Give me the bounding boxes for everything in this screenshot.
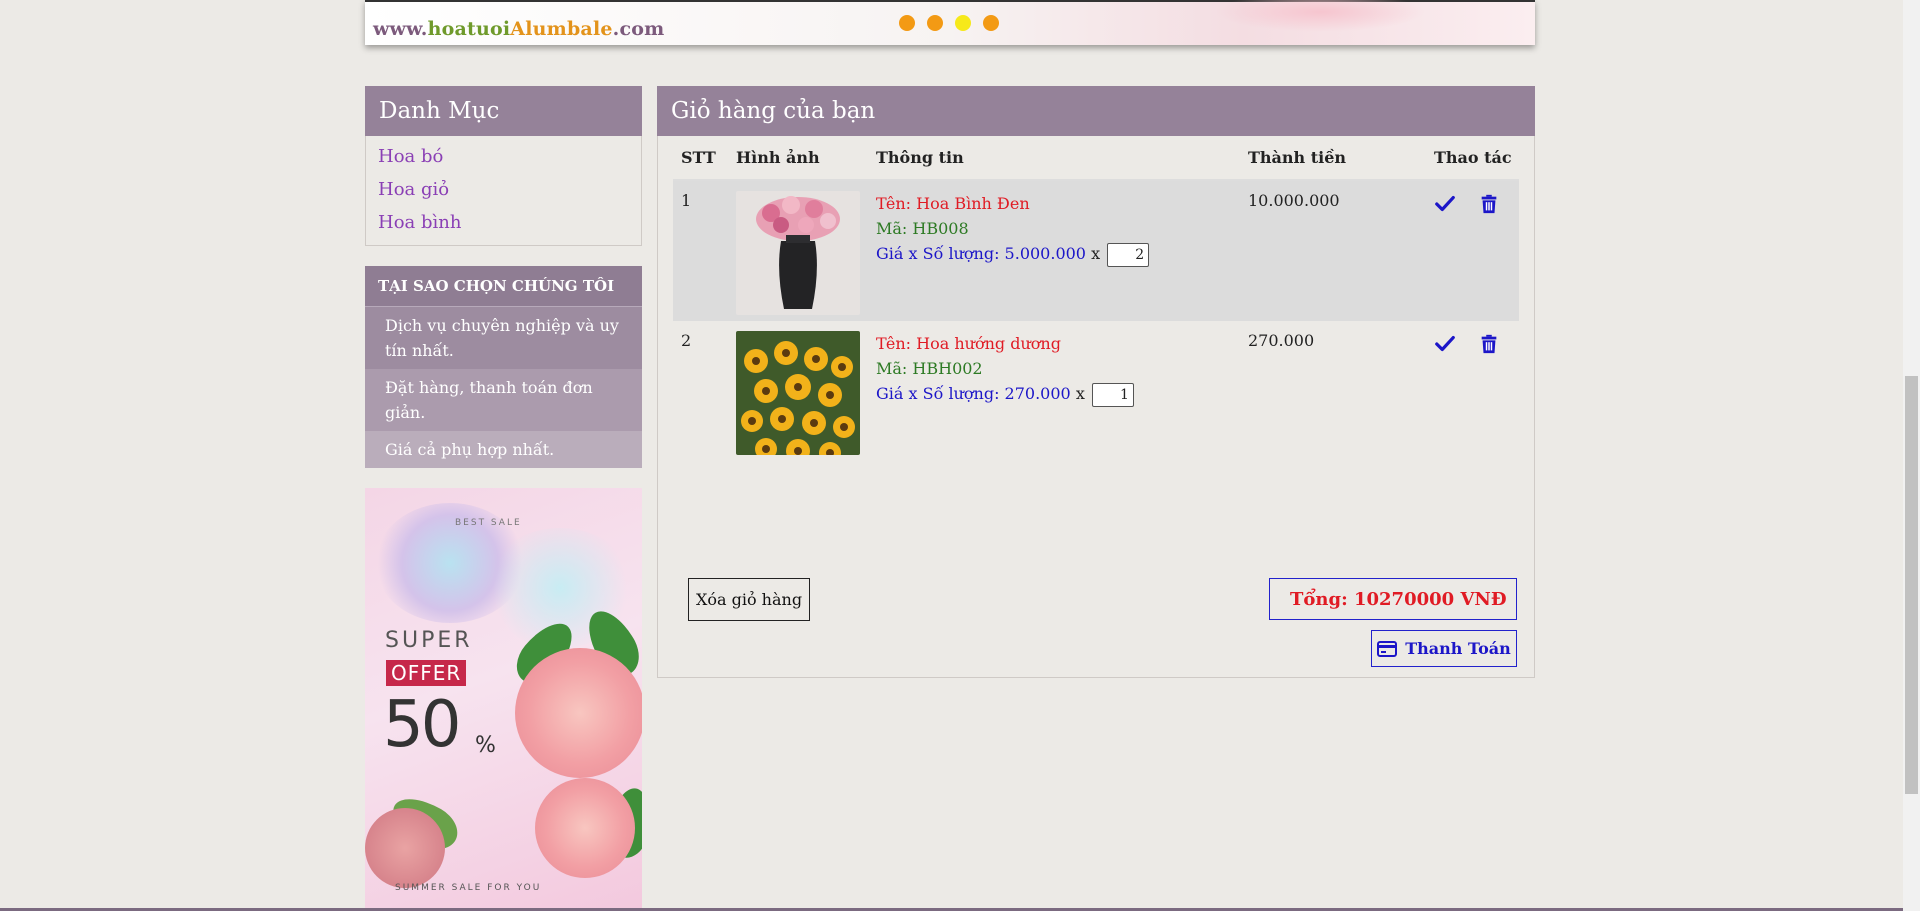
- product-price-quantity: Giá x Số lượng: 5.000.000 x 2: [876, 241, 1240, 267]
- checkout-button[interactable]: Thanh Toán: [1371, 630, 1517, 667]
- column-header-image: Hình ảnh: [728, 136, 868, 181]
- categories-title: Danh Mục: [365, 86, 642, 136]
- page-scrollbar[interactable]: [1903, 0, 1920, 911]
- row-info-cell: Tên: Hoa Bình Đen Mã: HB008 Giá x Số lượ…: [868, 180, 1240, 321]
- promo-best-sale: BEST SALE: [455, 518, 522, 528]
- cart-table: STT Hình ảnh Thông tin Thành tiền Thao t…: [673, 136, 1519, 461]
- times-sign: x: [1091, 244, 1101, 263]
- product-name: Tên: Hoa hướng dương: [876, 334, 1061, 353]
- column-header-stt: STT: [673, 136, 728, 181]
- row-stt: 1: [681, 191, 692, 210]
- promo-percent-value: 50: [383, 688, 461, 762]
- row-image-cell: [728, 321, 868, 461]
- why-item: Đặt hàng, thanh toán đơn giản.: [365, 369, 642, 431]
- price-quantity-label: Giá x Số lượng: 5.000.000: [876, 244, 1086, 263]
- slider-dot-1[interactable]: [899, 15, 915, 31]
- row-actions-cell: [1426, 321, 1519, 461]
- cart-row: 1 Tên: Hoa Bình Đen Mã: HB008 Giá x Số l…: [673, 180, 1519, 321]
- product-image-hoa-huong-duong[interactable]: [736, 331, 860, 455]
- category-link-hoa-binh[interactable]: Hoa bình: [366, 208, 641, 241]
- slider-dots: [899, 15, 999, 31]
- row-subtotal: 10.000.000: [1248, 191, 1340, 210]
- promo-super: SUPER: [385, 628, 473, 653]
- row-subtotal: 270.000: [1248, 331, 1315, 350]
- promo-flower-decoration: [535, 778, 635, 878]
- product-image-hoa-binh-den[interactable]: [736, 191, 860, 315]
- categories-list: Hoa bó Hoa giỏ Hoa bình: [365, 136, 642, 246]
- why-item: Giá cả phụ hợp nhất.: [365, 431, 642, 468]
- category-link-hoa-gio[interactable]: Hoa giỏ: [366, 175, 641, 208]
- quantity-input[interactable]: 2: [1107, 242, 1150, 267]
- promo-flower-decoration: [515, 648, 642, 778]
- banner-flower-decoration: [1215, 0, 1425, 32]
- category-link-hoa-bo[interactable]: Hoa bó: [366, 142, 641, 175]
- product-name: Tên: Hoa Bình Đen: [876, 194, 1030, 213]
- price-quantity-label: Giá x Số lượng: 270.000: [876, 384, 1071, 403]
- cart-row: 2 Tên: Hoa hướng dương Mã: HBH002 Giá x …: [673, 321, 1519, 461]
- product-code: Mã: HB008: [876, 219, 969, 238]
- credit-card-icon: [1377, 640, 1398, 657]
- cart-title: Giỏ hàng của bạn: [657, 86, 1535, 136]
- cart-header-row: STT Hình ảnh Thông tin Thành tiền Thao t…: [673, 136, 1519, 181]
- promo-footer-text: SUMMER SALE FOR YOU: [395, 883, 542, 893]
- times-sign: x: [1075, 384, 1085, 403]
- scrollbar-thumb[interactable]: [1905, 376, 1918, 794]
- promo-banner[interactable]: BEST SALE SUPER OFFER 50 % SUMMER SALE F…: [365, 488, 642, 908]
- product-code: Mã: HBH002: [876, 359, 983, 378]
- promo-percent-sign: %: [475, 733, 496, 758]
- slider-dot-2[interactable]: [927, 15, 943, 31]
- header-banner: www.hoatuoiAlumbale.com: [365, 0, 1535, 45]
- why-item: Dịch vụ chuyên nghiệp và uy tín nhất.: [365, 307, 642, 369]
- logo-text-com: .com: [612, 18, 665, 40]
- cart-panel: Giỏ hàng của bạn STT Hình ảnh Thông tin …: [657, 86, 1535, 678]
- row-stt: 2: [681, 331, 692, 350]
- column-header-info: Thông tin: [868, 136, 1240, 181]
- column-header-subtotal: Thành tiền: [1240, 136, 1426, 181]
- row-info-cell: Tên: Hoa hướng dương Mã: HBH002 Giá x Số…: [868, 321, 1240, 461]
- cart-total: Tổng: 10270000 VNĐ: [1269, 578, 1517, 620]
- row-actions-cell: [1426, 180, 1519, 321]
- logo-text-www: www.: [373, 18, 428, 40]
- logo-text-alumbale: Alumbale: [510, 18, 613, 40]
- slider-dot-4[interactable]: [983, 15, 999, 31]
- slider-dot-3[interactable]: [955, 15, 971, 31]
- quantity-input[interactable]: 1: [1091, 382, 1134, 407]
- column-header-actions: Thao tác: [1426, 136, 1519, 181]
- why-choose-us-box: TẠI SAO CHỌN CHÚNG TÔI Dịch vụ chuyên ng…: [365, 266, 642, 468]
- product-price-quantity: Giá x Số lượng: 270.000 x 1: [876, 381, 1240, 407]
- site-logo[interactable]: www.hoatuoiAlumbale.com: [373, 18, 664, 40]
- sidebar: Danh Mục Hoa bó Hoa giỏ Hoa bình TẠI SAO…: [365, 86, 642, 908]
- promo-flower-decoration: [365, 808, 445, 888]
- promo-offer: OFFER: [386, 660, 467, 686]
- trash-icon[interactable]: [1478, 333, 1500, 355]
- check-icon[interactable]: [1434, 333, 1456, 355]
- checkout-label: Thanh Toán: [1405, 639, 1511, 658]
- check-icon[interactable]: [1434, 193, 1456, 215]
- cart-body: STT Hình ảnh Thông tin Thành tiền Thao t…: [657, 136, 1535, 678]
- why-choose-us-title: TẠI SAO CHỌN CHÚNG TÔI: [365, 266, 642, 307]
- trash-icon[interactable]: [1478, 193, 1500, 215]
- row-image-cell: [728, 180, 868, 321]
- clear-cart-button[interactable]: Xóa giỏ hàng: [688, 578, 810, 621]
- logo-text-hoatuoi: hoatuoi: [427, 18, 511, 40]
